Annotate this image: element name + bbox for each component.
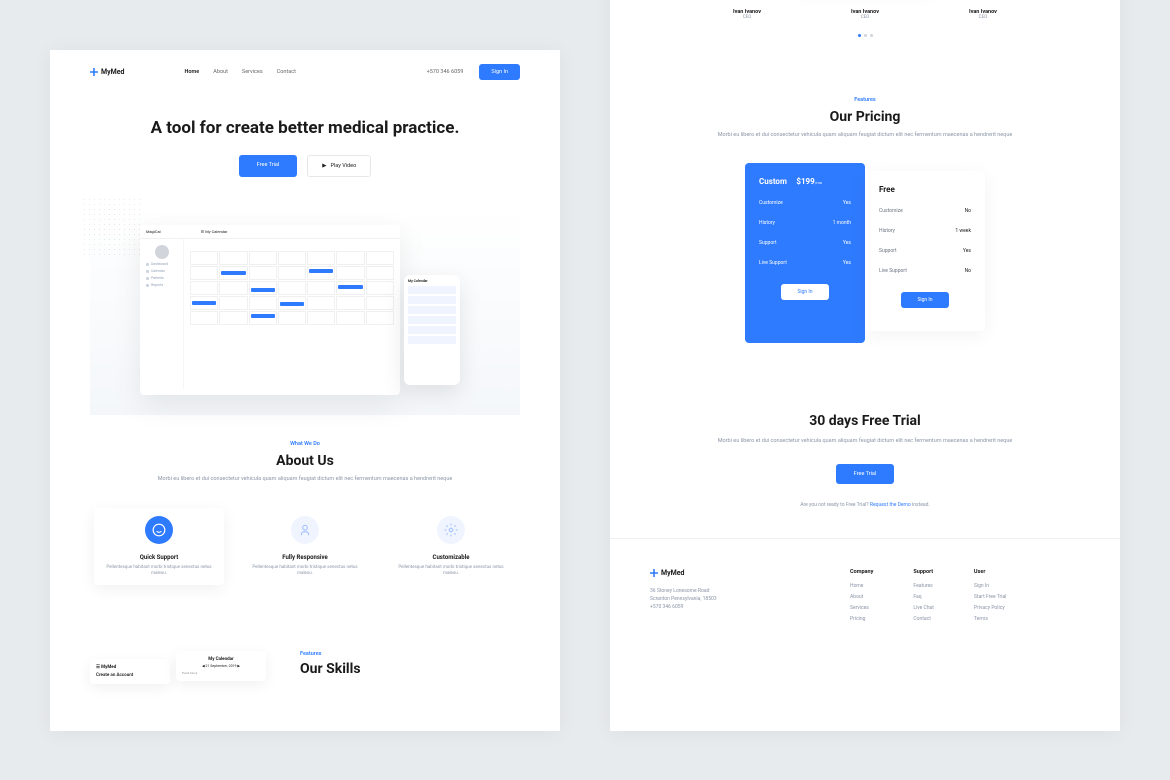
footer-logo[interactable]: MyMed (650, 569, 790, 577)
landing-page-top: MyMed Home About Services Contact +570 3… (50, 50, 560, 731)
about-eyebrow: What We Do (90, 441, 520, 447)
play-icon: ▶ (322, 163, 326, 169)
pricing-section: Features Our Pricing Morbi eu libero et … (610, 57, 1120, 383)
user-icon (291, 516, 319, 544)
feature-card-support[interactable]: Quick Support Pellentesque habitant morb… (94, 508, 224, 586)
about-desc: Morbi eu libero et dui consectetur vehic… (155, 475, 455, 483)
trial-note: Are you not ready to Free Trial? Request… (650, 502, 1080, 508)
hero-title: A tool for create better medical practic… (90, 118, 520, 139)
footer-col-company: Company Home About Services Pricing (850, 569, 873, 627)
avatar (155, 245, 169, 259)
hero: A tool for create better medical practic… (50, 94, 560, 187)
plus-icon (90, 68, 98, 76)
feature-card-customizable[interactable]: Customizable Pellentesque habitant morbi… (386, 508, 516, 586)
footer-col-support: Support Features Faq Live Chat Contact (913, 569, 934, 627)
gear-icon (437, 516, 465, 544)
footer: MyMed 36 Stoney Lonesome Road Scranton P… (610, 538, 1120, 657)
free-trial-button[interactable]: Free Trial (239, 155, 297, 177)
nav-home[interactable]: Home (185, 69, 200, 75)
about-title: About Us (90, 453, 520, 469)
skill-card-account: ☰ MyMed Create an Account (90, 659, 170, 684)
signin-button[interactable]: Sign In (479, 64, 520, 80)
dots-decoration (82, 197, 142, 257)
footer-col-user: User Sign In Start Free Trial Privacy Po… (974, 569, 1006, 627)
nav-services[interactable]: Services (242, 69, 263, 75)
logo[interactable]: MyMed (90, 68, 125, 76)
nav: Home About Services Contact (185, 69, 296, 75)
about-section: What We Do About Us Morbi eu libero et d… (50, 415, 560, 611)
custom-signin-button[interactable]: Sign In (781, 284, 828, 300)
plus-icon (650, 569, 658, 577)
skills-section: ☰ MyMed Create an Account My Calendar ◀ … (50, 611, 560, 731)
calendar-grid (190, 251, 394, 325)
carousel-dots[interactable] (650, 34, 1080, 37)
brand-name: MyMed (101, 68, 125, 76)
trial-section: 30 days Free Trial Morbi eu libero et du… (610, 383, 1120, 537)
header: MyMed Home About Services Contact +570 3… (50, 50, 560, 94)
trial-title: 30 days Free Trial (650, 413, 1080, 429)
nav-about[interactable]: About (213, 69, 228, 75)
feature-card-responsive[interactable]: Fully Responsive Pellentesque habitant m… (240, 508, 370, 586)
trial-button[interactable]: Free Trial (836, 464, 894, 484)
skills-title: Our Skills (300, 661, 520, 677)
pricing-title: Our Pricing (650, 109, 1080, 125)
smile-icon (145, 516, 173, 544)
free-signin-button[interactable]: Sign In (901, 292, 948, 308)
request-demo-link[interactable]: Request the Demo (870, 502, 911, 508)
phone-mockup: My Calendar (404, 275, 460, 385)
product-mockup: MagiCal☰ My Calendar Dashboard Calendar … (90, 205, 520, 415)
pricing-card-custom[interactable]: Custom $199/mo CustomizeYes History1 mon… (745, 163, 865, 343)
phone-number: +570 346 6059 (427, 69, 464, 75)
play-video-button[interactable]: ▶Play Video (307, 155, 371, 177)
testimonials-section: lorem ipsum dolor sit amet consectetur l… (610, 0, 1120, 57)
footer-address: 36 Stoney Lonesome Road Scranton Pennsyl… (650, 587, 790, 611)
nav-contact[interactable]: Contact (277, 69, 296, 75)
pricing-card-free[interactable]: Free CustomizeNo History1 week SupportYe… (865, 171, 985, 331)
skills-eyebrow: Features (300, 651, 520, 657)
skill-card-calendar: My Calendar ◀ 21 September, 2019 ▶ Event… (176, 651, 266, 681)
laptop-mockup: MagiCal☰ My Calendar Dashboard Calendar … (140, 225, 400, 395)
landing-page-bottom: lorem ipsum dolor sit amet consectetur l… (610, 0, 1120, 731)
